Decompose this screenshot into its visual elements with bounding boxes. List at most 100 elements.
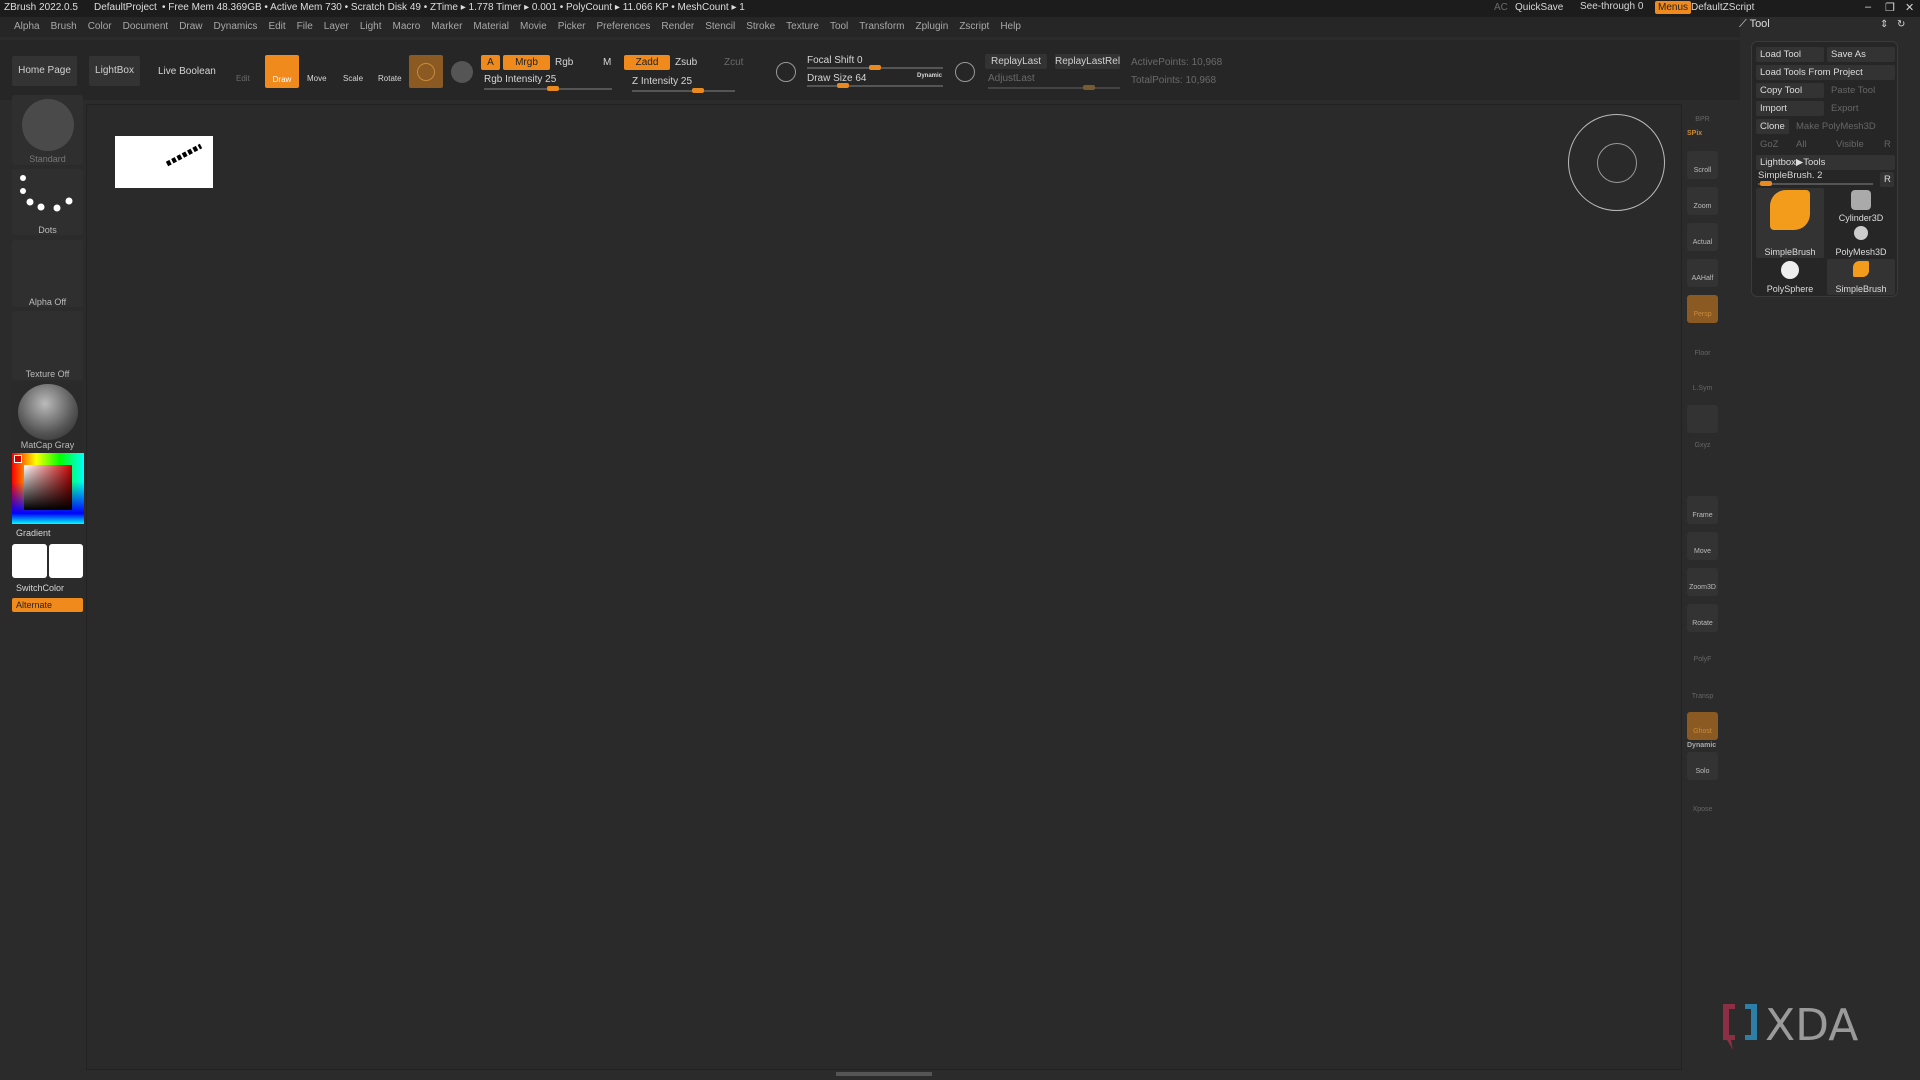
zsub-toggle[interactable]: Zsub	[675, 57, 697, 68]
tool-r-button[interactable]: R	[1880, 172, 1894, 187]
shelf-zoom3d-button[interactable]: Zoom3D	[1687, 568, 1718, 596]
sphere-icon[interactable]	[451, 61, 473, 83]
menu-dynamics[interactable]: Dynamics	[214, 17, 258, 37]
navigation-gizmo[interactable]	[1568, 114, 1665, 211]
tool-thumbnail-simplebrush[interactable]: SimpleBrush	[1756, 188, 1824, 258]
shelf-zoom-button[interactable]: Zoom	[1687, 187, 1718, 215]
menu-tool[interactable]: Tool	[830, 17, 848, 37]
restore-icon[interactable]: ❐	[1885, 1, 1895, 14]
home-page-button[interactable]: Home Page	[12, 56, 77, 86]
shelf-bpr-button[interactable]: BPR	[1687, 100, 1718, 128]
dynamic-toggle[interactable]: Dynamic	[917, 73, 942, 79]
menu-edit[interactable]: Edit	[268, 17, 285, 37]
draw-button[interactable]: Draw	[265, 55, 299, 88]
lightbox-tools-button[interactable]: Lightbox▶Tools	[1756, 155, 1895, 170]
tool-thumbnail-polysphere[interactable]: PolySphere	[1756, 259, 1824, 295]
save-as-button[interactable]: Save As	[1827, 47, 1895, 62]
menu-render[interactable]: Render	[661, 17, 694, 37]
load-tools-from-project-button[interactable]: Load Tools From Project	[1756, 65, 1895, 80]
lazy-mouse-icon[interactable]	[955, 62, 975, 82]
tool-thumbnail-simplebrush[interactable]: SimpleBrush	[1827, 259, 1895, 295]
make-polymesh3d-button[interactable]: Make PolyMesh3D	[1792, 119, 1892, 134]
shelf-persp-button[interactable]: Persp	[1687, 295, 1718, 323]
rgb-toggle[interactable]: Rgb	[555, 57, 573, 68]
shelf-gxyz-button[interactable]: Gxyz	[1687, 440, 1718, 454]
adjustlast-slider[interactable]	[988, 85, 1120, 90]
rotate-button[interactable]: Rotate	[378, 74, 402, 83]
menus-button[interactable]: Menus	[1655, 1, 1692, 14]
draw-size-slider[interactable]	[807, 83, 943, 88]
move-button[interactable]: Move	[307, 74, 327, 83]
color-picker[interactable]	[12, 453, 84, 524]
bottom-shelf-handle[interactable]	[836, 1072, 932, 1076]
gradient-button[interactable]: Gradient	[16, 528, 51, 538]
menu-alpha[interactable]: Alpha	[14, 17, 40, 37]
menu-preferences[interactable]: Preferences	[596, 17, 650, 37]
a-toggle[interactable]: A	[481, 55, 500, 70]
shelf-floor-button[interactable]: Floor	[1687, 334, 1718, 362]
shelf-aahalf-button[interactable]: AAHalf	[1687, 259, 1718, 287]
mrgb-toggle[interactable]: Mrgb	[503, 55, 550, 70]
pin-icon[interactable]: ⇕	[1880, 19, 1888, 30]
edit-button[interactable]: Edit	[236, 74, 250, 83]
close-icon[interactable]: ✕	[1905, 1, 1914, 14]
menu-light[interactable]: Light	[360, 17, 382, 37]
menu-draw[interactable]: Draw	[179, 17, 202, 37]
menu-picker[interactable]: Picker	[558, 17, 586, 37]
shelf-xpose-button[interactable]: Xpose	[1687, 790, 1718, 818]
shelf-transp-button[interactable]: Transp	[1687, 677, 1718, 705]
import-button[interactable]: Import	[1756, 101, 1824, 116]
r-button[interactable]: R	[1880, 137, 1894, 152]
zadd-toggle[interactable]: Zadd	[624, 55, 670, 70]
paste-tool-button[interactable]: Paste Tool	[1827, 83, 1895, 98]
menu-document[interactable]: Document	[123, 17, 169, 37]
alternate-button[interactable]: Alternate	[12, 598, 83, 612]
menu-transform[interactable]: Transform	[859, 17, 904, 37]
copy-tool-button[interactable]: Copy Tool	[1756, 83, 1824, 98]
menu-file[interactable]: File	[297, 17, 313, 37]
live-boolean-button[interactable]: Live Boolean	[158, 66, 216, 77]
lightbox-button[interactable]: LightBox	[89, 56, 140, 86]
see-through-slider[interactable]: See-through 0	[1580, 1, 1643, 12]
menu-zplugin[interactable]: Zplugin	[916, 17, 949, 37]
menu-brush[interactable]: Brush	[51, 17, 77, 37]
primary-color-swatch[interactable]	[12, 544, 47, 578]
shelf-ghost-button[interactable]: Ghost	[1687, 712, 1718, 740]
menu-color[interactable]: Color	[88, 17, 112, 37]
quicksave-button[interactable]: QuickSave	[1515, 2, 1563, 13]
replaylast-button[interactable]: ReplayLast	[985, 54, 1047, 69]
shelf-rotate-button[interactable]: Rotate	[1687, 604, 1718, 632]
goz-button[interactable]: GoZ	[1756, 137, 1786, 152]
shelf-icon-9-button[interactable]	[1687, 405, 1718, 433]
scale-button[interactable]: Scale	[343, 74, 363, 83]
current-tool-slider-track[interactable]	[1758, 181, 1873, 186]
replaylastrel-button[interactable]: ReplayLastRel	[1055, 54, 1120, 69]
menu-zscript[interactable]: Zscript	[959, 17, 989, 37]
menu-macro[interactable]: Macro	[393, 17, 421, 37]
document-canvas[interactable]: XDA	[86, 104, 1858, 1070]
shelf-polyf-button[interactable]: PolyF	[1687, 640, 1718, 668]
switchcolor-button[interactable]: SwitchColor	[16, 583, 64, 593]
menu-help[interactable]: Help	[1000, 17, 1021, 37]
sculpt-mode-button[interactable]	[409, 55, 443, 88]
visible-button[interactable]: Visible	[1832, 137, 1872, 152]
current-tool-slider[interactable]: SimpleBrush. 2	[1758, 170, 1822, 181]
menu-movie[interactable]: Movie	[520, 17, 547, 37]
rgb-intensity-slider[interactable]	[484, 86, 612, 91]
minimize-icon[interactable]: –	[1865, 1, 1871, 13]
menu-marker[interactable]: Marker	[431, 17, 462, 37]
focal-shift-slider[interactable]	[807, 65, 943, 70]
menu-stencil[interactable]: Stencil	[705, 17, 735, 37]
shelf-dynamic-button[interactable]: Dynamic	[1687, 742, 1716, 749]
z-intensity-slider[interactable]	[632, 88, 735, 93]
shelf-lsym-button[interactable]: L.Sym	[1687, 369, 1718, 397]
shelf-solo-button[interactable]: Solo	[1687, 752, 1718, 780]
clone-button[interactable]: Clone	[1756, 119, 1789, 134]
shelf-frame-button[interactable]: Frame	[1687, 496, 1718, 524]
load-tool-button[interactable]: Load Tool	[1756, 47, 1824, 62]
zcut-toggle[interactable]: Zcut	[724, 57, 743, 68]
reset-icon[interactable]: ↻	[1897, 19, 1905, 30]
tool-thumbnail-cylinder3d[interactable]: Cylinder3D	[1827, 188, 1895, 224]
menu-stroke[interactable]: Stroke	[746, 17, 775, 37]
export-button[interactable]: Export	[1827, 101, 1895, 116]
